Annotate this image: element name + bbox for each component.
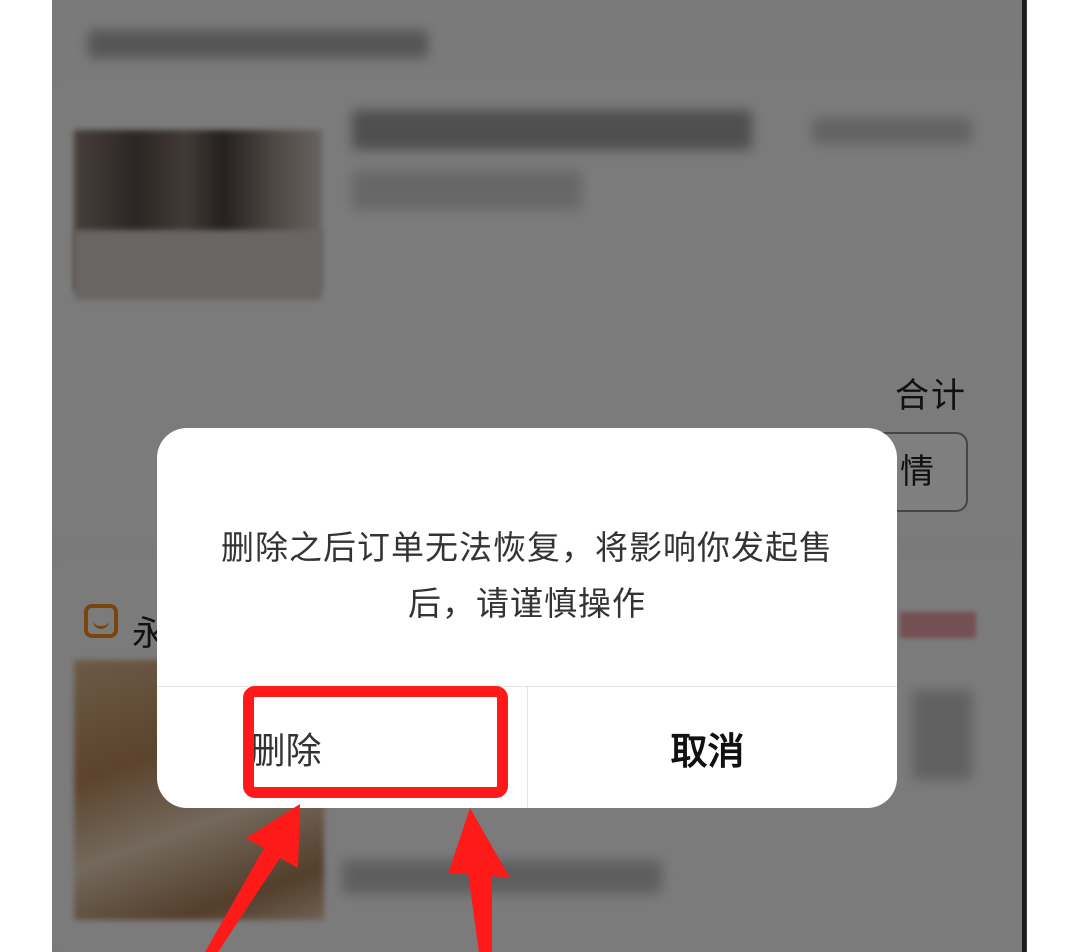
highlight-box: [243, 686, 508, 798]
cancel-button[interactable]: 取消: [528, 687, 897, 808]
screenshot-root: 合计 情 永 删除之后订单无法恢复，将影响你发起售后，请谨慎操作 删除 取消: [0, 0, 1080, 952]
cancel-button-label: 取消: [670, 729, 745, 773]
dialog-message: 删除之后订单无法恢复，将影响你发起售后，请谨慎操作: [221, 528, 833, 623]
